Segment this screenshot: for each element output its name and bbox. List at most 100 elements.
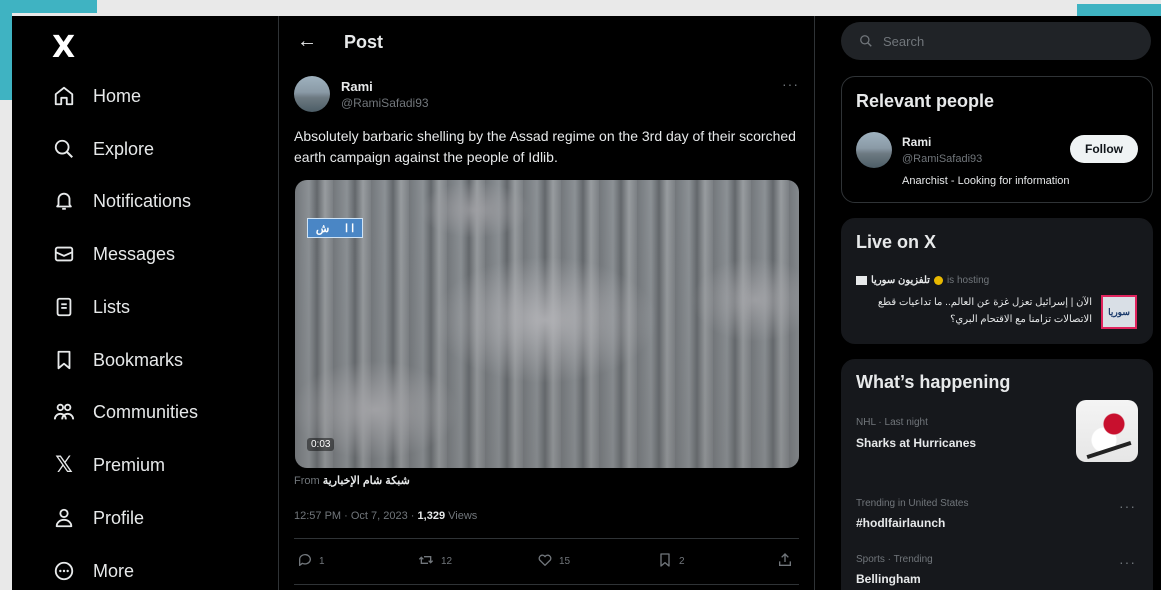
like-button[interactable]: 15 <box>537 552 570 571</box>
post-timestamp[interactable]: 12:57 PM · Oct 7, 2023 <box>294 510 408 522</box>
nav-item-profile[interactable]: Profile <box>50 498 144 538</box>
live-topic-line1[interactable]: الآن | إسرائيل تعزل غزة عن العالم.. ما ت… <box>856 297 1092 308</box>
corner-accent-left-side <box>0 0 12 100</box>
hockey-stick <box>1086 440 1132 460</box>
trend-title-3[interactable]: Bellingham <box>856 572 921 586</box>
person-handle[interactable]: @RamiSafadi93 <box>902 153 982 165</box>
relevant-people-card: Relevant people Rami @RamiSafadi93 Anarc… <box>841 76 1153 203</box>
arrow-left-icon[interactable]: ← <box>297 30 317 53</box>
nav-label-notifications: Notifications <box>93 190 192 211</box>
post-meta: 12:57 PM · Oct 7, 2023 · 1,329 Views <box>294 510 477 522</box>
bookmark-button[interactable]: 2 <box>657 552 685 571</box>
author-avatar[interactable] <box>294 76 330 112</box>
live-title: Live on X <box>856 232 937 252</box>
repost-icon <box>417 552 435 571</box>
page-title: Post <box>344 32 384 52</box>
views-label: Views <box>448 510 478 522</box>
app-window: X Home Explore Notifications Messages Li… <box>12 16 1161 590</box>
trend-title-2[interactable]: #hodlfairlaunch <box>856 516 945 530</box>
person-name[interactable]: Rami <box>902 135 931 149</box>
author-name[interactable]: Rami <box>341 79 373 94</box>
relevant-people-title: Relevant people <box>856 91 995 111</box>
like-icon <box>537 552 553 571</box>
live-thumbnail[interactable]: سوريا <box>1101 295 1137 329</box>
nav-label-lists: Lists <box>93 296 131 317</box>
search-bar[interactable]: Search <box>841 22 1151 60</box>
trend-meta-2: Trending in United States <box>856 498 969 509</box>
reply-count: 1 <box>319 556 325 567</box>
nav-label-home: Home <box>93 85 142 106</box>
bell-icon <box>50 187 78 215</box>
nav-item-more[interactable]: More <box>50 551 134 590</box>
live-host-line[interactable]: تلفزيون سوريا is hosting <box>856 275 989 286</box>
live-host-logo-icon <box>856 276 867 285</box>
channel-badge-left: ش <box>315 222 330 235</box>
trend-thumbnail-hockey[interactable] <box>1076 400 1138 462</box>
nav-item-lists[interactable]: Lists <box>50 287 130 327</box>
person-bio: Anarchist - Looking for information <box>902 175 1070 187</box>
live-card: Live on X تلفزيون سوريا is hosting الآن … <box>841 218 1153 344</box>
divider-actions-bottom <box>294 584 799 585</box>
like-count: 15 <box>559 556 571 567</box>
nav-label-communities: Communities <box>93 401 199 422</box>
share-button[interactable] <box>777 552 799 571</box>
video-timestamp: 0:03 <box>307 438 335 451</box>
x-logo-icon: 𝕏 <box>55 452 73 478</box>
bookmark-count: 2 <box>679 556 685 567</box>
search-icon <box>50 135 78 163</box>
hosting-label: is hosting <box>946 275 990 286</box>
reply-icon <box>297 552 313 571</box>
from-prefix: From <box>294 475 320 487</box>
right-sidebar: Search Relevant people Rami @RamiSafadi9… <box>830 16 1161 590</box>
nav-item-messages[interactable]: Messages <box>50 234 175 274</box>
person-avatar[interactable] <box>856 132 892 168</box>
nav-label-profile: Profile <box>93 507 145 528</box>
nav-label-premium: Premium <box>93 454 166 475</box>
corner-accent-left <box>0 0 97 13</box>
divider-actions-top <box>294 538 799 539</box>
person-icon <box>50 504 78 532</box>
bookmark-icon <box>657 552 673 571</box>
nav-label-bookmarks: Bookmarks <box>93 349 184 370</box>
from-source-name[interactable]: شبكة شام الإخبارية <box>323 475 410 487</box>
channel-badge-right: ا ا <box>344 222 355 235</box>
nav-item-explore[interactable]: Explore <box>50 129 154 169</box>
more-circle-icon <box>50 557 78 585</box>
divider-right <box>814 16 815 590</box>
more-options-icon[interactable]: ··· <box>782 76 799 92</box>
follow-button[interactable]: Follow <box>1070 135 1138 163</box>
home-icon <box>50 82 78 110</box>
channel-badge: ش ا ا <box>307 218 363 238</box>
reply-button[interactable]: 1 <box>297 552 325 571</box>
live-host-name: تلفزيون سوريا <box>871 275 930 286</box>
share-icon <box>777 552 793 571</box>
video-shade <box>295 180 799 468</box>
views-count: 1,329 <box>417 510 446 522</box>
nav-item-home[interactable]: Home <box>50 76 141 116</box>
nav-label-more: More <box>93 560 135 581</box>
bookmark-icon <box>50 346 78 374</box>
verified-badge-icon <box>933 276 943 285</box>
post-detail: ← Post Rami @RamiSafadi93 ··· Absolutely… <box>279 16 814 590</box>
live-topic-line2[interactable]: الاتصالات تزامنا مع الاقتحام البري؟ <box>856 314 1092 325</box>
whats-happening-card: What’s happening NHL · Last night Sharks… <box>841 359 1153 590</box>
trend-more-icon-3[interactable]: ··· <box>1119 554 1136 570</box>
nav-item-bookmarks[interactable]: Bookmarks <box>50 340 183 380</box>
repost-count: 12 <box>441 556 453 567</box>
trend-more-icon-2[interactable]: ··· <box>1119 498 1136 514</box>
list-icon <box>50 293 78 321</box>
trend-meta-3: Sports · Trending <box>856 554 933 565</box>
repost-button[interactable]: 12 <box>417 552 452 571</box>
x-logo[interactable]: X <box>52 30 75 65</box>
from-source: From شبكة شام الإخبارية <box>294 474 410 487</box>
trend-meta-1: NHL · Last night <box>856 417 928 428</box>
trend-title-1[interactable]: Sharks at Hurricanes <box>856 436 976 450</box>
nav-item-premium[interactable]: 𝕏 Premium <box>50 445 165 485</box>
nav-item-notifications[interactable]: Notifications <box>50 181 191 221</box>
sidebar-nav: X Home Explore Notifications Messages Li… <box>12 16 278 590</box>
post-video[interactable]: ش ا ا 0:03 <box>295 180 799 468</box>
search-input[interactable]: Search <box>883 34 924 49</box>
nav-item-communities[interactable]: Communities <box>50 392 198 432</box>
nav-label-messages: Messages <box>93 243 176 264</box>
author-handle[interactable]: @RamiSafadi93 <box>341 96 429 110</box>
